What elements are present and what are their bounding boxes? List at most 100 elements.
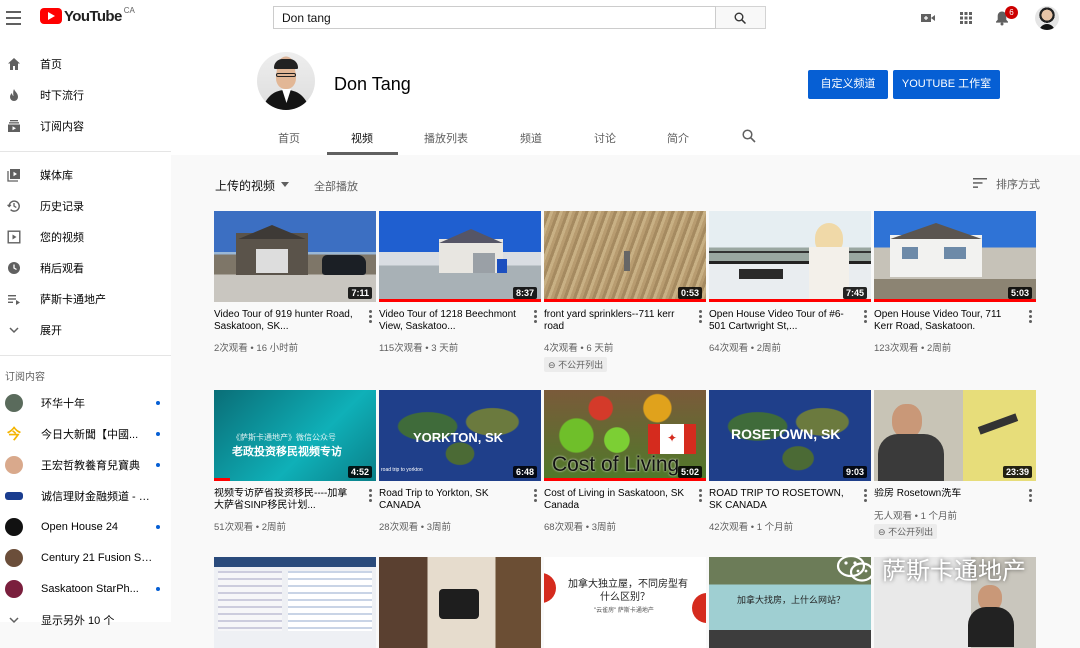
- youtube-studio-button[interactable]: YOUTUBE 工作室: [893, 70, 1000, 99]
- video-thumbnail[interactable]: 23:39: [874, 390, 1036, 481]
- video-card[interactable]: 8:37 Video Tour of 1218 Beechmont View, …: [379, 211, 541, 354]
- tab-home[interactable]: 首页: [271, 130, 307, 146]
- video-thumbnail[interactable]: YORKTON, SK road trip to yorkton 6:48: [379, 390, 541, 481]
- caret-down-icon[interactable]: [281, 182, 289, 187]
- show-more-subscriptions[interactable]: 显示另外 10 个: [0, 604, 171, 635]
- search-icon: [734, 12, 746, 24]
- sort-icon[interactable]: [973, 177, 987, 189]
- video-title[interactable]: ROAD TRIP TO ROSETOWN, SK CANADA: [709, 488, 851, 512]
- video-title[interactable]: front yard sprinklers--711 kerr road: [544, 309, 686, 333]
- subscription-item[interactable]: Century 21 Fusion Sa...: [0, 542, 171, 573]
- uploads-section-title[interactable]: 上传的视频: [215, 177, 275, 194]
- more-options-icon[interactable]: [369, 489, 372, 502]
- thumb-text-line1: 《萨斯卡通地产》微信公众号: [232, 433, 336, 442]
- video-title[interactable]: Cost of Living in Saskatoon, SK Canada: [544, 488, 686, 512]
- video-card[interactable]: ✦ Cost of Living 5:02 Cost of Living in …: [544, 390, 706, 533]
- sidebar-item-trending[interactable]: 时下流行: [0, 80, 171, 110]
- video-card[interactable]: 加拿大独立屋，不同房型有 什么区别？ "云雀房" 萨斯卡通地产: [544, 557, 706, 648]
- youtube-logo[interactable]: YouTube CA: [40, 6, 135, 25]
- subscription-item[interactable]: 今 今日大新聞【中國...: [0, 418, 171, 449]
- video-meta: 51次观看 • 2周前: [214, 522, 286, 533]
- video-duration: 23:39: [1002, 466, 1032, 478]
- sidebar-item-home[interactable]: 首页: [0, 49, 171, 79]
- tab-playlists[interactable]: 播放列表: [419, 130, 473, 146]
- video-thumbnail[interactable]: ROSETOWN, SK 9:03: [709, 390, 871, 481]
- more-options-icon[interactable]: [534, 489, 537, 502]
- upload-age: 1 个月前: [920, 511, 958, 522]
- create-video-icon[interactable]: [920, 10, 936, 26]
- hamburger-menu-icon[interactable]: [6, 11, 21, 25]
- sidebar-item-subscriptions[interactable]: 订阅内容: [0, 111, 171, 141]
- subscription-label: Saskatoon StarPh...: [41, 582, 139, 595]
- video-thumbnail[interactable]: 加拿大独立屋，不同房型有 什么区别？ "云雀房" 萨斯卡通地产: [544, 557, 706, 648]
- upload-age: 2周前: [756, 343, 781, 354]
- video-thumbnail[interactable]: 7:45: [709, 211, 871, 302]
- video-card[interactable]: ROSETOWN, SK 9:03 ROAD TRIP TO ROSETOWN,…: [709, 390, 871, 533]
- sidebar-item-watch-later[interactable]: 稍后观看: [0, 253, 171, 283]
- sidebar-item-expand[interactable]: 展开: [0, 315, 171, 345]
- more-options-icon[interactable]: [699, 310, 702, 323]
- video-card[interactable]: 5:03 Open House Video Tour, 711 Kerr Roa…: [874, 211, 1036, 354]
- search-input[interactable]: Don tang: [273, 6, 716, 29]
- account-avatar[interactable]: [1035, 6, 1059, 30]
- video-duration: 7:11: [348, 287, 372, 299]
- video-thumbnail[interactable]: 《萨斯卡通地产》微信公众号 老政投资移民视频专访 4:52: [214, 390, 376, 481]
- channel-avatar: [5, 517, 23, 536]
- search-button[interactable]: [716, 6, 766, 29]
- video-title[interactable]: Open House Video Tour, 711 Kerr Road, Sa…: [874, 309, 1016, 333]
- play-all-button[interactable]: 全部播放: [314, 178, 358, 194]
- video-card[interactable]: [214, 557, 376, 648]
- customize-channel-button[interactable]: 自定义频道: [808, 70, 888, 99]
- video-title[interactable]: Video Tour of 919 hunter Road, Saskatoon…: [214, 309, 356, 333]
- video-card[interactable]: 0:53 front yard sprinklers--711 kerr roa…: [544, 211, 706, 372]
- channel-search-icon[interactable]: [742, 129, 756, 143]
- more-options-icon[interactable]: [1029, 310, 1032, 323]
- video-thumbnail[interactable]: 7:11: [214, 211, 376, 302]
- watch-progress-bar: [709, 299, 871, 302]
- video-thumbnail[interactable]: ✦ Cost of Living 5:02: [544, 390, 706, 481]
- watch-progress-bar: [544, 299, 706, 302]
- more-options-icon[interactable]: [1029, 489, 1032, 502]
- subscription-item[interactable]: 诚信理财金融频道 - Fi...: [0, 480, 171, 511]
- subscription-item[interactable]: Open House 24: [0, 511, 171, 542]
- tab-videos[interactable]: 视频: [342, 130, 382, 146]
- more-options-icon[interactable]: [864, 489, 867, 502]
- sidebar-item-history[interactable]: 历史记录: [0, 191, 171, 221]
- more-options-icon[interactable]: [699, 489, 702, 502]
- video-title[interactable]: 视频专访萨省投资移民----加拿大萨省SINP移民计划...: [214, 488, 356, 512]
- video-card[interactable]: YORKTON, SK road trip to yorkton 6:48 Ro…: [379, 390, 541, 533]
- more-options-icon[interactable]: [369, 310, 372, 323]
- video-thumbnail[interactable]: 8:37: [379, 211, 541, 302]
- channel-avatar[interactable]: [257, 52, 315, 110]
- sidebar-item-library[interactable]: 媒体库: [0, 160, 171, 190]
- chevron-down-icon: [6, 322, 22, 338]
- tab-about[interactable]: 简介: [658, 130, 698, 146]
- video-card[interactable]: 7:11 Video Tour of 919 hunter Road, Sask…: [214, 211, 376, 354]
- video-title[interactable]: Video Tour of 1218 Beechmont View, Saska…: [379, 309, 521, 333]
- video-thumbnail[interactable]: [379, 557, 541, 648]
- more-options-icon[interactable]: [864, 310, 867, 323]
- video-card[interactable]: 23:39 验房 Rosetown洗车 无人观看 • 1 个月前 ⊖ 不公开列出: [874, 390, 1036, 539]
- channel-header: Don Tang 自定义频道 YOUTUBE 工作室 首页 视频 播放列表 频道…: [171, 38, 1080, 155]
- apps-grid-icon[interactable]: [958, 10, 974, 26]
- new-content-dot: [156, 462, 160, 467]
- subscription-item[interactable]: Saskatoon StarPh...: [0, 573, 171, 604]
- video-title[interactable]: Open House Video Tour of #6-501 Cartwrig…: [709, 309, 851, 333]
- video-thumbnail[interactable]: 0:53: [544, 211, 706, 302]
- tab-channels[interactable]: 频道: [511, 130, 551, 146]
- sidebar-item-playlist[interactable]: 萨斯卡通地产: [0, 284, 171, 314]
- video-card[interactable]: [379, 557, 541, 648]
- sort-by-button[interactable]: 排序方式: [996, 176, 1040, 192]
- video-thumbnail[interactable]: [214, 557, 376, 648]
- subscription-item[interactable]: 环华十年: [0, 387, 171, 418]
- video-thumbnail[interactable]: 5:03: [874, 211, 1036, 302]
- channel-avatar: [5, 455, 23, 474]
- tab-discussion[interactable]: 讨论: [585, 130, 625, 146]
- more-options-icon[interactable]: [534, 310, 537, 323]
- subscription-label: 王宏哲教養育兒寶典: [41, 459, 140, 472]
- video-card[interactable]: 7:45 Open House Video Tour of #6-501 Car…: [709, 211, 871, 354]
- video-card[interactable]: 《萨斯卡通地产》微信公众号 老政投资移民视频专访 4:52 视频专访萨省投资移民…: [214, 390, 376, 533]
- sidebar-item-your-videos[interactable]: 您的视频: [0, 222, 171, 252]
- subscription-item[interactable]: 王宏哲教養育兒寶典: [0, 449, 171, 480]
- video-title[interactable]: Road Trip to Yorkton, SK CANADA: [379, 488, 521, 512]
